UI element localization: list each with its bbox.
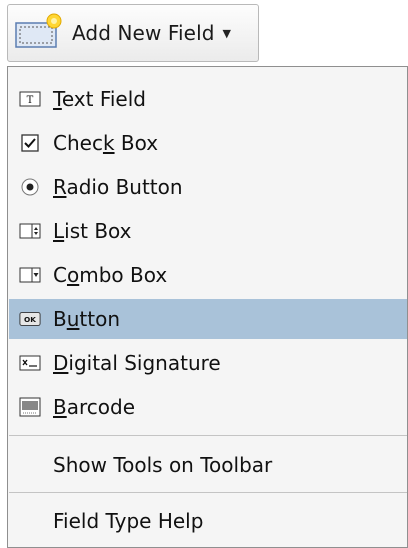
check-box-icon	[19, 132, 41, 154]
chevron-down-icon: ▼	[222, 26, 231, 40]
add-field-menu: T Text Field Check Box Radio Button List…	[7, 66, 408, 548]
menu-separator	[9, 492, 407, 493]
menu-item-label: Combo Box	[53, 263, 168, 287]
combo-box-icon	[19, 264, 41, 286]
add-new-field-button[interactable]: Add New Field ▼	[7, 4, 259, 62]
digital-signature-icon	[19, 352, 41, 374]
list-box-icon	[19, 220, 41, 242]
menu-item-label: Radio Button	[53, 175, 183, 199]
menu-item-field-type-help[interactable]: Field Type Help	[9, 501, 407, 541]
menu-item-label: Barcode	[53, 395, 136, 419]
svg-text:T: T	[27, 95, 34, 106]
menu-item-button[interactable]: OK Button	[9, 299, 407, 339]
add-field-icon	[14, 13, 66, 53]
menu-item-label: Digital Signature	[53, 351, 221, 375]
menu-item-list-box[interactable]: List Box	[9, 211, 407, 251]
menu-item-barcode[interactable]: Barcode	[9, 387, 407, 427]
menu-item-combo-box[interactable]: Combo Box	[9, 255, 407, 295]
menu-item-radio-button[interactable]: Radio Button	[9, 167, 407, 207]
menu-item-digital-signature[interactable]: Digital Signature	[9, 343, 407, 383]
menu-item-label: Check Box	[53, 131, 159, 155]
menu-item-label: Text Field	[53, 87, 146, 111]
menu-separator	[9, 435, 407, 436]
menu-item-label: Button	[53, 307, 121, 331]
barcode-icon	[19, 396, 41, 418]
menu-item-label: List Box	[53, 219, 132, 243]
menu-item-text-field[interactable]: T Text Field	[9, 79, 407, 119]
menu-item-check-box[interactable]: Check Box	[9, 123, 407, 163]
radio-button-icon	[19, 176, 41, 198]
menu-item-show-tools-on-toolbar[interactable]: Show Tools on Toolbar	[9, 445, 407, 485]
button-icon: OK	[19, 308, 41, 330]
text-field-icon: T	[19, 88, 41, 110]
add-new-field-label: Add New Field	[72, 21, 215, 45]
svg-text:OK: OK	[24, 315, 36, 324]
